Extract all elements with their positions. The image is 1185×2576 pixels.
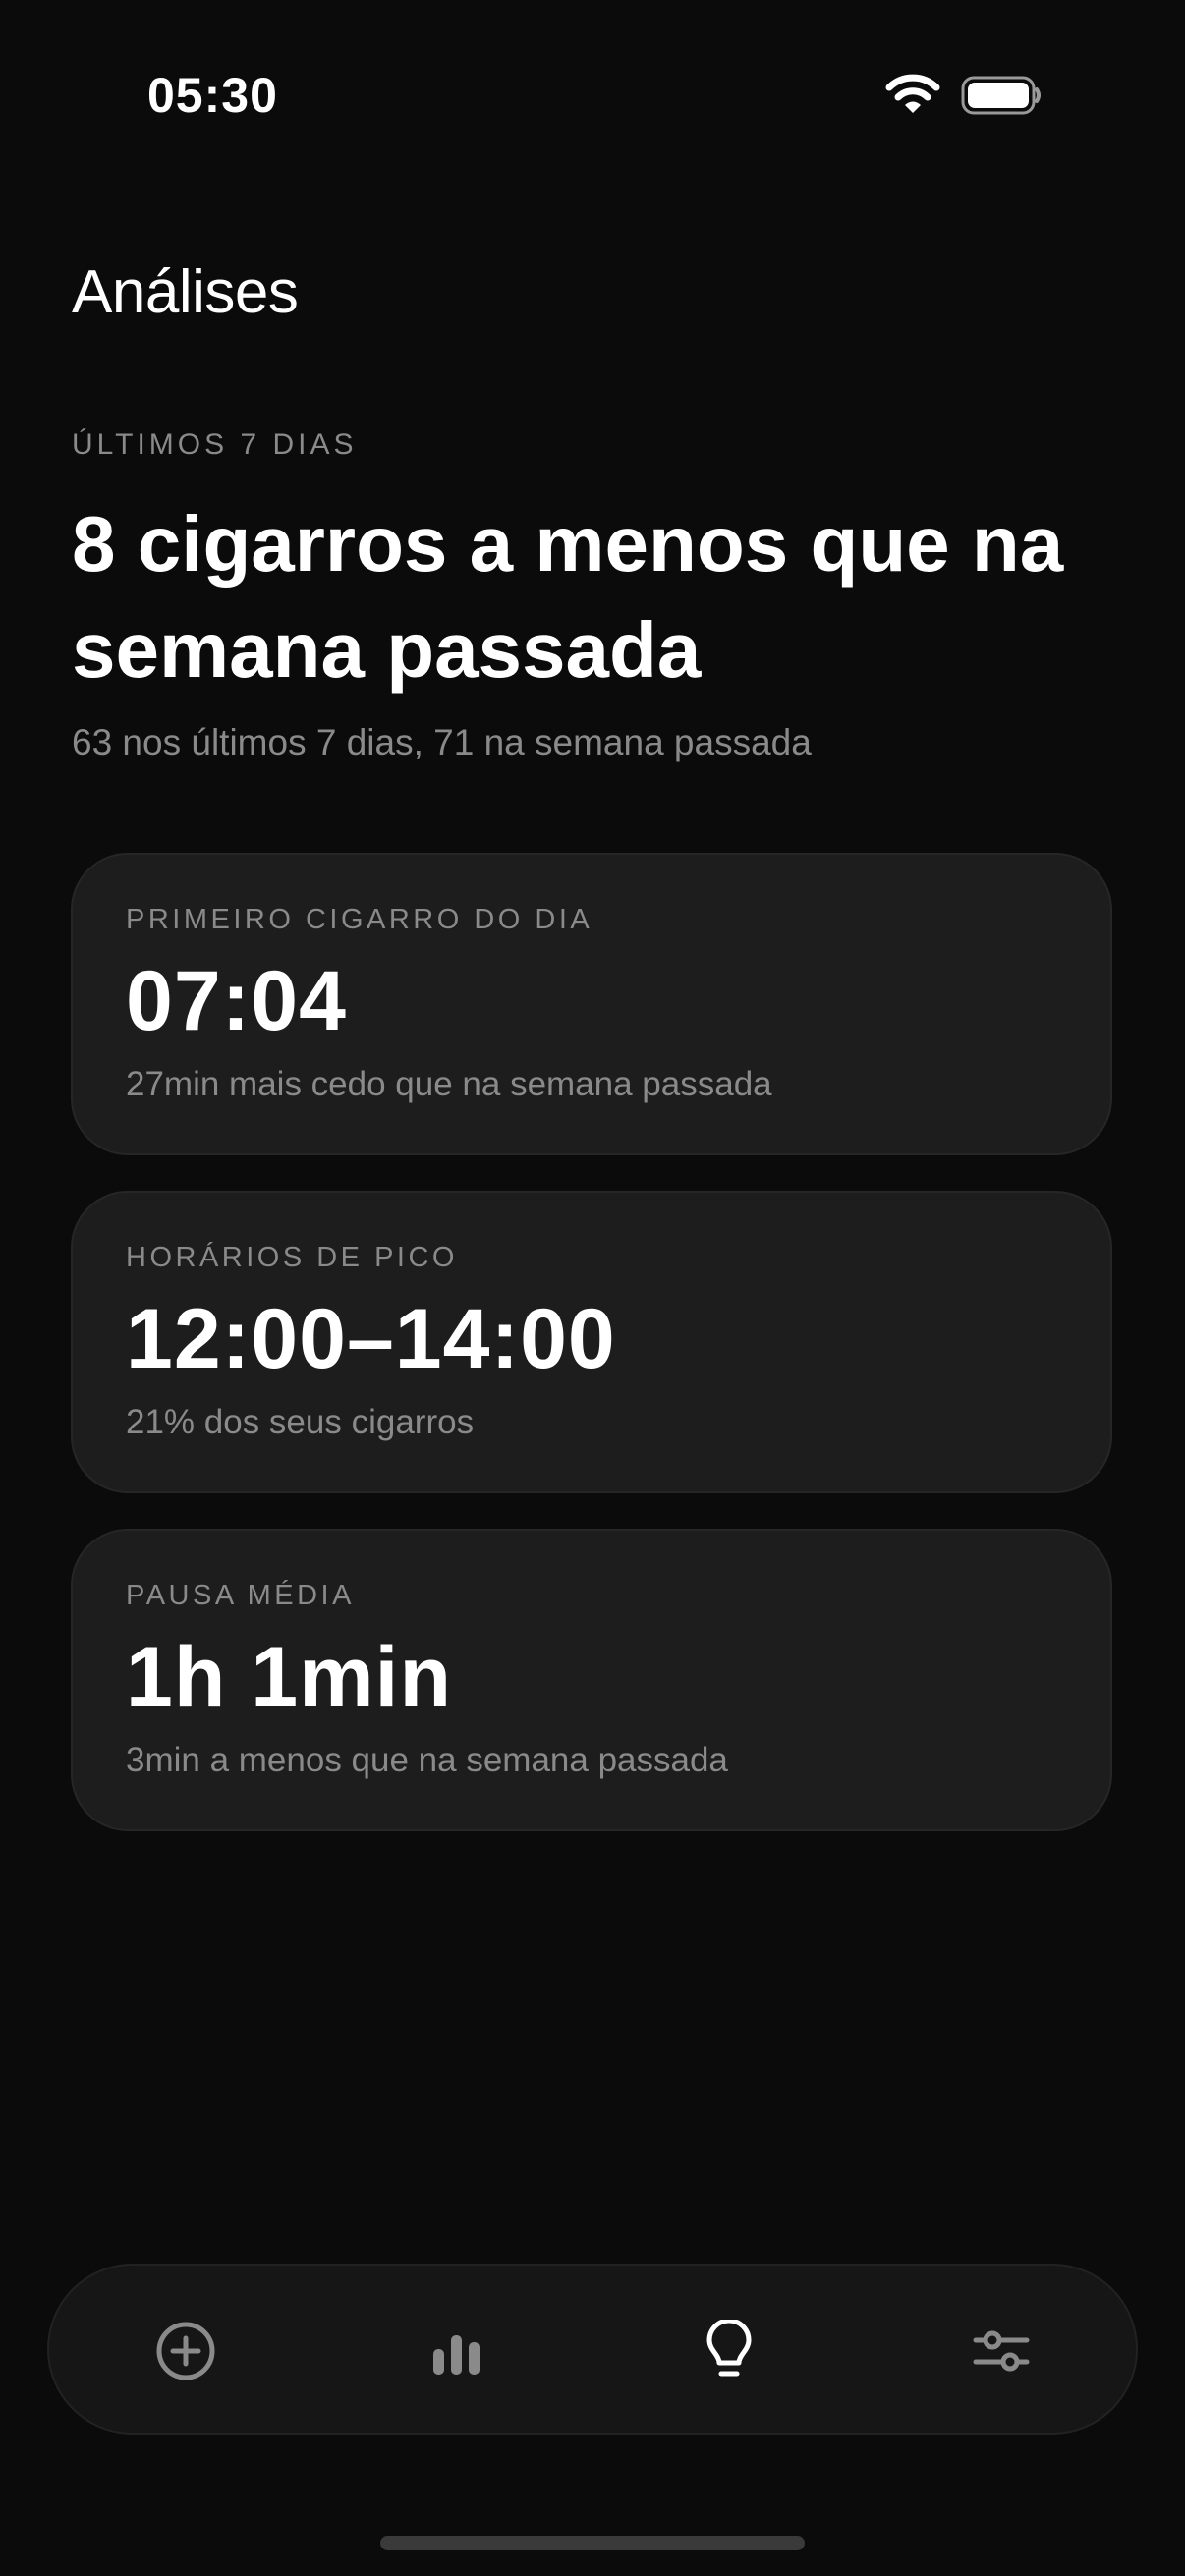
wifi-icon bbox=[885, 74, 940, 113]
lightbulb-icon bbox=[706, 2320, 752, 2377]
plus-circle-icon bbox=[156, 2322, 215, 2380]
tab-stats[interactable] bbox=[393, 2287, 521, 2415]
summary-detail: 63 nos últimos 7 dias, 71 na semana pass… bbox=[72, 722, 812, 762]
sliders-icon bbox=[973, 2330, 1030, 2372]
card-value: 07:04 bbox=[126, 954, 347, 1048]
status-time: 05:30 bbox=[147, 68, 278, 123]
card-label: PAUSA MÉDIA bbox=[126, 1580, 355, 1611]
tab-add[interactable] bbox=[122, 2287, 250, 2415]
bar-chart-icon bbox=[433, 2335, 480, 2375]
card-label: HORÁRIOS DE PICO bbox=[126, 1242, 458, 1273]
battery-icon bbox=[961, 76, 1041, 115]
page-title: Análises bbox=[72, 258, 299, 326]
summary-headline: 8 cigarros a menos que na semana passada bbox=[72, 500, 1064, 694]
average-break-card: PAUSA MÉDIA 1h 1min 3min a menos que na … bbox=[71, 1529, 1112, 1831]
card-value: 1h 1min bbox=[126, 1630, 452, 1724]
card-note: 27min mais cedo que na semana passada bbox=[126, 1065, 772, 1103]
card-value: 12:00–14:00 bbox=[126, 1292, 616, 1386]
home-indicator[interactable] bbox=[380, 2536, 805, 2550]
first-cigarette-card: PRIMEIRO CIGARRO DO DIA 07:04 27min mais… bbox=[71, 853, 1112, 1155]
tab-bar bbox=[47, 2264, 1138, 2435]
tab-insights[interactable] bbox=[665, 2287, 793, 2415]
tab-settings[interactable] bbox=[937, 2287, 1065, 2415]
card-note: 3min a menos que na semana passada bbox=[126, 1741, 728, 1779]
period-label: ÚLTIMOS 7 DIAS bbox=[72, 428, 358, 461]
status-bar: 05:30 bbox=[0, 0, 1185, 196]
peak-hours-card: HORÁRIOS DE PICO 12:00–14:00 21% dos seu… bbox=[71, 1191, 1112, 1493]
card-label: PRIMEIRO CIGARRO DO DIA bbox=[126, 904, 593, 935]
card-note: 21% dos seus cigarros bbox=[126, 1403, 475, 1441]
